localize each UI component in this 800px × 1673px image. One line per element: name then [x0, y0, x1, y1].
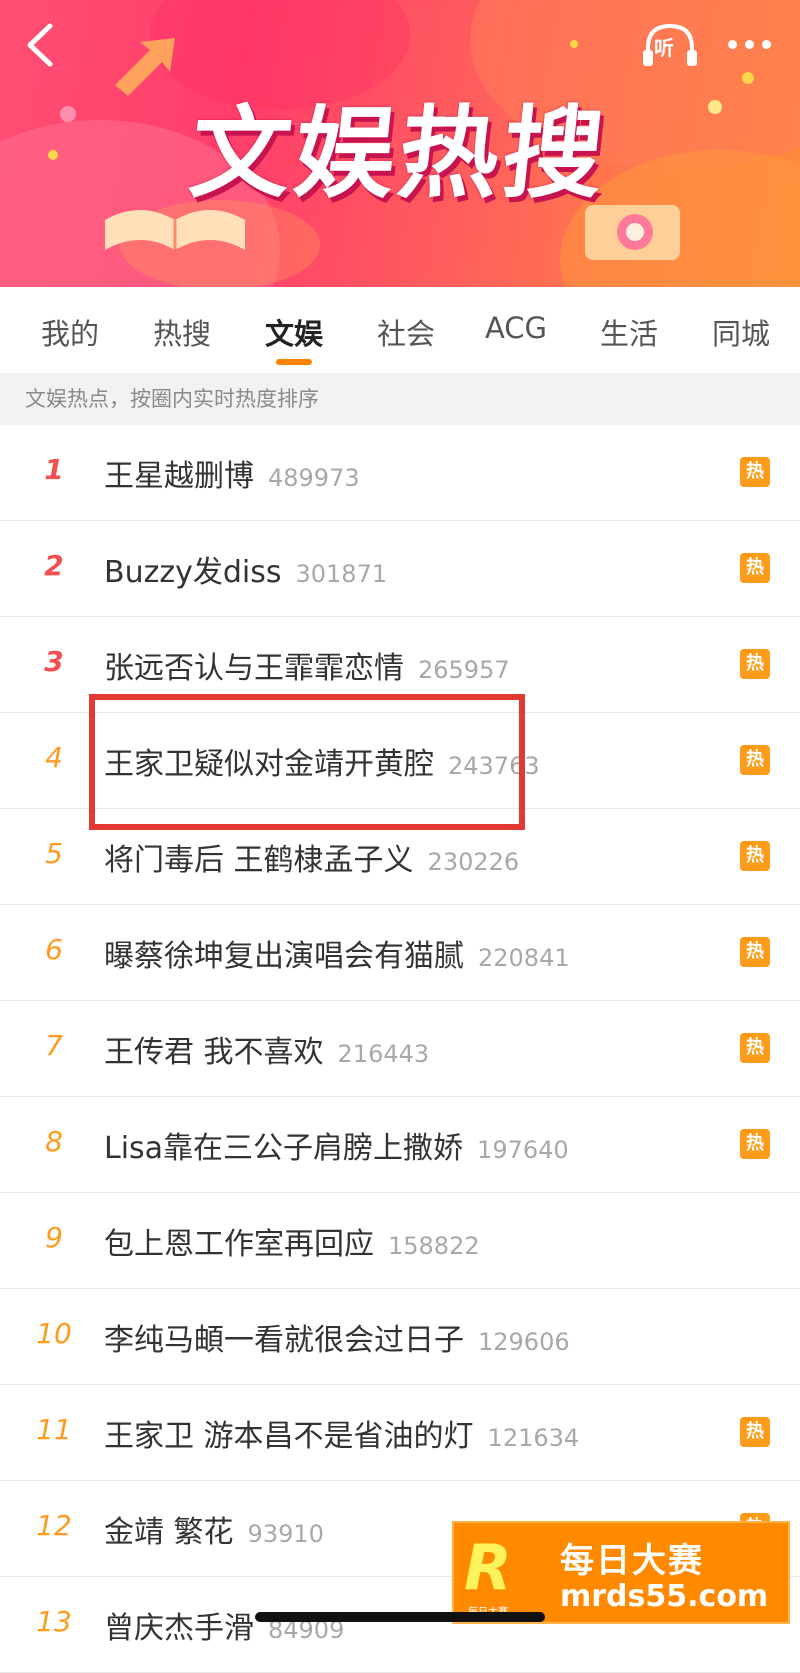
- tab-hot[interactable]: 热搜: [137, 311, 227, 353]
- list-item[interactable]: 5 将门毒后 王鹤棣孟子义 230226 热: [0, 809, 800, 905]
- topic-title[interactable]: 王家卫疑似对金靖开黄腔 243763: [104, 739, 540, 783]
- list-item[interactable]: 7 王传君 我不喜欢 216443 热: [0, 1001, 800, 1097]
- topic-title-text: 王传君 我不喜欢: [104, 1035, 324, 1070]
- rank-number: 13: [36, 1605, 72, 1638]
- topic-title-text: 王星越删博: [104, 459, 254, 494]
- list-item[interactable]: 3 张远否认与王霏霏恋情 265957 热: [0, 617, 800, 713]
- topic-title-text: 张远否认与王霏霏恋情: [104, 651, 404, 686]
- topic-title[interactable]: 曾庆杰手滑 84909: [104, 1603, 344, 1647]
- rank-number: 9: [45, 1221, 63, 1254]
- hot-badge: 热: [740, 457, 770, 487]
- topic-title-text: 曝蔡徐坤复出演唱会有猫腻: [104, 939, 464, 974]
- watermark-r-logo: R: [464, 1531, 512, 1604]
- topic-title-text: Buzzy发diss: [104, 555, 282, 590]
- topic-title[interactable]: 金靖 繁花 93910: [104, 1507, 324, 1551]
- topic-title-text: Lisa靠在三公子肩膀上撒娇: [104, 1131, 464, 1166]
- heat-count: 216443: [337, 1040, 430, 1068]
- watermark-logo: R 每日大赛 每日大赛 mrds55.com: [452, 1521, 790, 1624]
- topic-title[interactable]: 王家卫 游本昌不是省油的灯 121634: [104, 1411, 579, 1455]
- hot-badge: 热: [740, 649, 770, 679]
- topic-title-text: 包上恩工作室再回应: [104, 1227, 374, 1262]
- topic-title[interactable]: 将门毒后 王鹤棣孟子义 230226: [104, 835, 519, 879]
- list-item[interactable]: 4 王家卫疑似对金靖开黄腔 243763 热: [0, 713, 800, 809]
- hot-badge: 热: [740, 1417, 770, 1447]
- hot-badge: 热: [740, 1033, 770, 1063]
- rank-number: 1: [44, 453, 64, 486]
- rank-number: 5: [45, 837, 63, 870]
- heat-count: 129606: [478, 1328, 570, 1356]
- rank-number: 2: [44, 549, 64, 582]
- hot-badge: 热: [740, 841, 770, 871]
- heat-count: 220841: [478, 944, 570, 972]
- hot-search-list: 1 王星越删博 489973 热 2 Buzzy发diss 301871 热 3 张远否认与王霏霏…: [0, 425, 800, 1673]
- tab-mine[interactable]: 我的: [25, 311, 115, 353]
- rank-number: 8: [45, 1125, 63, 1158]
- rank-number: 11: [36, 1413, 72, 1446]
- heat-count: 230226: [427, 848, 520, 876]
- category-tabs: 我的 热搜 文娱 社会 ACG 生活 同城: [0, 287, 800, 373]
- heat-count: 489973: [268, 464, 360, 492]
- tab-entertainment[interactable]: 文娱: [249, 311, 339, 353]
- topic-title-text: 李纯马頔一看就很会过日子: [104, 1323, 464, 1358]
- hot-badge: 热: [740, 937, 770, 967]
- heat-count: 93910: [247, 1520, 324, 1548]
- banner-title: 文娱热搜: [184, 95, 614, 212]
- list-item[interactable]: 11 王家卫 游本昌不是省油的灯 121634 热: [0, 1385, 800, 1481]
- topic-title-text: 王家卫 游本昌不是省油的灯: [104, 1419, 474, 1454]
- topic-title-text: 将门毒后 王鹤棣孟子义: [104, 843, 414, 878]
- rank-number: 3: [44, 645, 64, 678]
- list-item[interactable]: 6 曝蔡徐坤复出演唱会有猫腻 220841 热: [0, 905, 800, 1001]
- hot-badge: 热: [740, 1129, 770, 1159]
- active-tab-indicator: [276, 359, 312, 365]
- hot-badge: 热: [740, 745, 770, 775]
- hot-badge: 热: [740, 553, 770, 583]
- list-subtitle: 文娱热点，按圈内实时热度排序: [0, 373, 800, 425]
- heat-count: 301871: [295, 560, 388, 588]
- tab-acg[interactable]: ACG: [471, 311, 561, 345]
- watermark-line1: 每日大赛: [560, 1541, 704, 1581]
- topic-title[interactable]: 李纯马頔一看就很会过日子 129606: [104, 1315, 570, 1359]
- list-item[interactable]: 9 包上恩工作室再回应 158822: [0, 1193, 800, 1289]
- topic-title[interactable]: 张远否认与王霏霏恋情 265957: [104, 643, 510, 687]
- topic-title[interactable]: Buzzy发diss 301871: [104, 547, 387, 591]
- topic-title[interactable]: 包上恩工作室再回应 158822: [104, 1219, 480, 1263]
- tab-local[interactable]: 同城: [696, 311, 786, 353]
- list-item[interactable]: 2 Buzzy发diss 301871 热: [0, 521, 800, 617]
- rank-number: 6: [45, 933, 63, 966]
- heat-count: 243763: [448, 752, 540, 780]
- topic-title[interactable]: 王星越删博 489973: [104, 451, 360, 495]
- heat-count: 197640: [477, 1136, 569, 1164]
- home-indicator: [255, 1612, 545, 1622]
- listen-label: 听: [654, 36, 674, 60]
- topic-title-text: 金靖 繁花: [104, 1515, 234, 1550]
- list-item[interactable]: 1 王星越删博 489973 热: [0, 425, 800, 521]
- topic-title[interactable]: Lisa靠在三公子肩膀上撒娇 197640: [104, 1123, 569, 1167]
- header-banner: 文娱热搜 听: [0, 0, 800, 287]
- list-item[interactable]: 8 Lisa靠在三公子肩膀上撒娇 197640 热: [0, 1097, 800, 1193]
- rank-number: 12: [36, 1509, 72, 1542]
- tab-life[interactable]: 生活: [584, 311, 674, 353]
- rank-number: 7: [45, 1029, 63, 1062]
- list-item[interactable]: 10 李纯马頔一看就很会过日子 129606: [0, 1289, 800, 1385]
- more-options-icon[interactable]: [722, 28, 776, 58]
- topic-title-text: 王家卫疑似对金靖开黄腔: [104, 747, 434, 782]
- topic-title[interactable]: 王传君 我不喜欢 216443: [104, 1027, 429, 1071]
- back-arrow-icon[interactable]: [18, 20, 62, 70]
- watermark-line2: mrds55.com: [560, 1579, 769, 1614]
- topic-title-text: 曾庆杰手滑: [104, 1611, 254, 1646]
- tab-society[interactable]: 社会: [361, 311, 451, 353]
- topic-title[interactable]: 曝蔡徐坤复出演唱会有猫腻 220841: [104, 931, 570, 975]
- heat-count: 158822: [388, 1232, 480, 1260]
- rank-number: 10: [36, 1317, 72, 1350]
- heat-count: 265957: [418, 656, 510, 684]
- listen-button[interactable]: 听: [640, 20, 700, 70]
- heat-count: 121634: [487, 1424, 580, 1452]
- rank-number: 4: [45, 741, 63, 774]
